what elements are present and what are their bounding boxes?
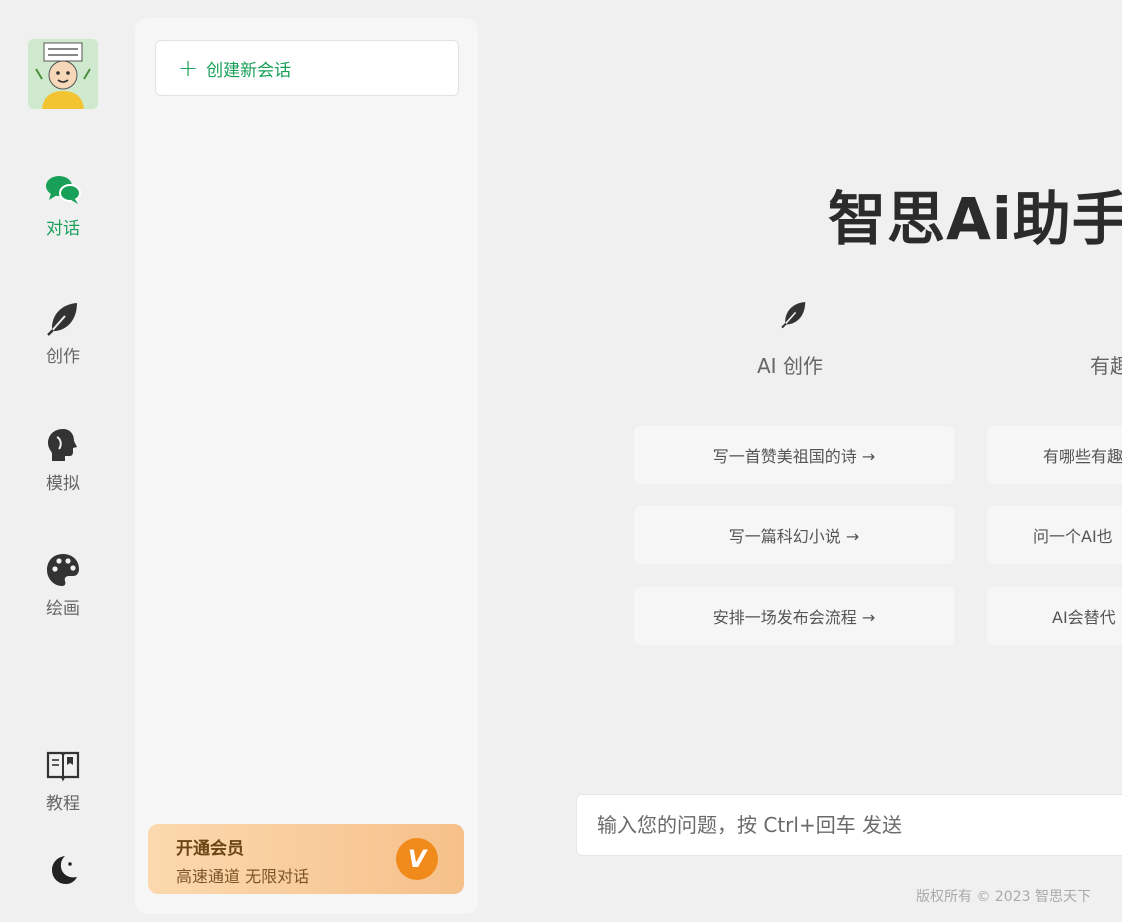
nav-item-label: 模拟 — [46, 474, 80, 494]
feather-icon — [781, 302, 806, 329]
vip-membership-banner[interactable]: 开通会员 高速通道 无限对话 V — [148, 824, 464, 894]
copyright-footer: 版权所有 © 2023 智思天下 — [916, 889, 1091, 905]
vip-badge-icon: V — [396, 838, 438, 880]
prompt-card[interactable]: AI会替代 — [987, 587, 1122, 645]
nav-item-simulate[interactable]: 模拟 — [18, 425, 108, 494]
prompt-card[interactable]: 有哪些有趣 — [987, 426, 1122, 484]
nav-item-create[interactable]: 创作 — [18, 298, 108, 367]
open-book-icon — [46, 751, 80, 782]
conversation-panel: + 创建新会话 开通会员 高速通道 无限对话 V — [135, 18, 478, 914]
avatar[interactable] — [28, 39, 98, 109]
feather-icon — [47, 303, 77, 336]
page-title: 智思Ai助手 — [828, 185, 1122, 253]
category-label: 有趣 — [1090, 354, 1122, 378]
prompt-card[interactable]: 写一篇科幻小说 → — [634, 506, 954, 564]
prompt-card[interactable]: 安排一场发布会流程 → — [634, 587, 954, 645]
nav-item-label: 对话 — [46, 219, 80, 239]
nav-item-chat[interactable]: 对话 — [18, 170, 108, 239]
nav-item-label: 绘画 — [46, 599, 80, 619]
new-chat-label: 创建新会话 — [206, 60, 292, 81]
moon-icon[interactable] — [43, 850, 83, 890]
head-profile-icon — [48, 429, 77, 461]
icon-rail: 对话 创作 模拟 绘画 教程 — [0, 0, 126, 922]
prompt-card[interactable]: 写一首赞美祖国的诗 → — [634, 426, 954, 484]
nav-item-label: 教程 — [46, 794, 80, 814]
message-input-box — [576, 794, 1122, 856]
palette-icon — [47, 554, 79, 586]
nav-item-label: 创作 — [46, 347, 80, 367]
nav-item-tutorial[interactable]: 教程 — [18, 745, 108, 814]
new-chat-button[interactable]: + 创建新会话 — [155, 40, 459, 96]
prompt-card[interactable]: 问一个AI也 — [987, 506, 1122, 564]
chat-bubbles-icon — [46, 176, 81, 204]
nav-item-draw[interactable]: 绘画 — [18, 550, 108, 619]
message-input[interactable] — [577, 795, 1122, 855]
plus-icon: + — [178, 54, 199, 82]
category-label: AI 创作 — [757, 354, 823, 378]
app-window: 对话 创作 模拟 绘画 教程 + 创建新会话 开通会员 高速通道 无限对话 V … — [0, 0, 1122, 922]
